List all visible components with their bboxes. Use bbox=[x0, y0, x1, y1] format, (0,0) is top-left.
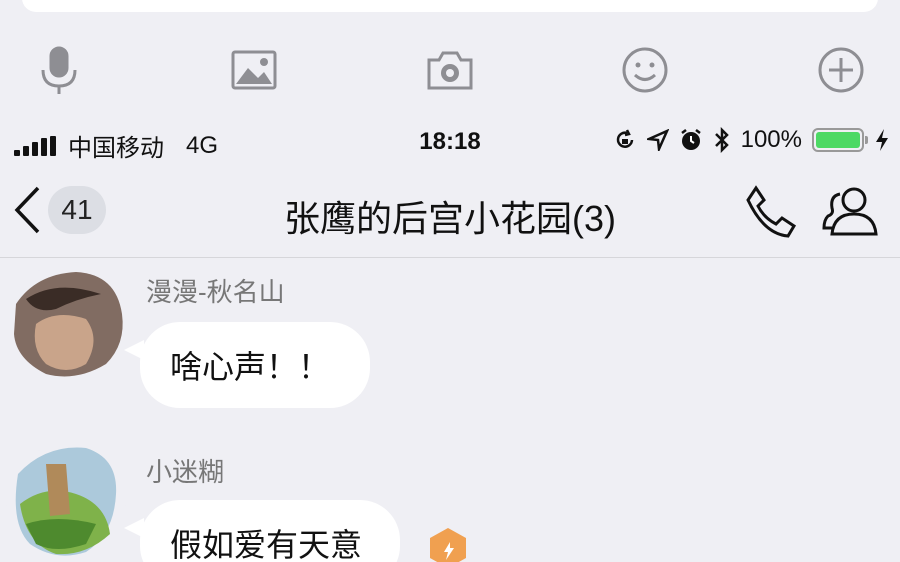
group-icon bbox=[822, 187, 878, 236]
bluetooth-icon bbox=[714, 127, 729, 153]
avatar[interactable] bbox=[6, 444, 126, 562]
phone-icon bbox=[746, 185, 797, 238]
alarm-icon bbox=[680, 129, 701, 150]
charging-icon bbox=[876, 129, 888, 151]
chat-header: 41 张鹰的后宫小花园(3) bbox=[0, 162, 900, 258]
status-bar: 中国移动 4G 18:18 100% bbox=[0, 122, 900, 162]
emoji-icon[interactable] bbox=[613, 38, 677, 102]
message-input[interactable] bbox=[22, 0, 878, 12]
sender-name: 漫漫-秋名山 bbox=[146, 277, 285, 307]
camera-icon[interactable] bbox=[418, 38, 482, 102]
input-toolbar bbox=[0, 30, 900, 106]
message-bubble[interactable]: 啥心声！！ bbox=[140, 322, 370, 408]
microphone-icon[interactable] bbox=[27, 38, 91, 102]
group-members-button[interactable] bbox=[822, 184, 880, 245]
rotation-lock-icon bbox=[616, 129, 633, 148]
hexagon-badge-icon[interactable] bbox=[428, 526, 468, 562]
image-icon[interactable] bbox=[222, 38, 286, 102]
plus-icon[interactable] bbox=[809, 38, 873, 102]
chat-message: 漫漫-秋名山 啥心声！！ bbox=[0, 262, 900, 422]
battery-icon bbox=[812, 128, 868, 152]
call-button[interactable] bbox=[742, 184, 798, 245]
battery-percent: 100% bbox=[740, 126, 802, 153]
avatar[interactable] bbox=[6, 264, 126, 384]
message-bubble[interactable]: 假如爱有天意 bbox=[140, 500, 400, 562]
location-icon bbox=[646, 129, 669, 151]
sender-name: 小迷糊 bbox=[146, 457, 225, 487]
